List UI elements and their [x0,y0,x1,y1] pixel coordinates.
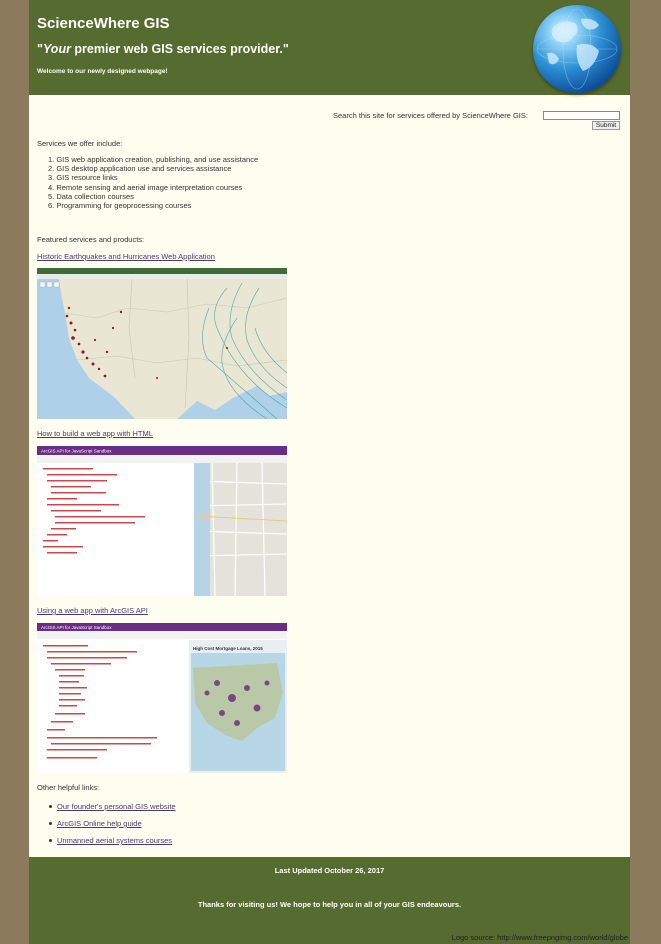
svg-text:ArcGIS API for JavaScript Sand: ArcGIS API for JavaScript Sandbox [41,449,112,454]
last-updated: Last Updated October 26, 2017 [274,866,385,875]
list-item: 3. GIS resource links [48,173,118,183]
helpful-intro: Other helpful links: [37,783,100,792]
submit-button[interactable]: Submit [592,121,620,130]
site-title: ScienceWhere GIS [37,15,170,32]
list-item: 4. Remote sensing and aerial image inter… [48,182,243,192]
globe-logo-icon [533,5,621,93]
founder-website-link[interactable]: Our founder's personal GIS website [57,802,176,811]
list-item: Our founder's personal GIS website [49,798,176,815]
services-list: 1. GIS web application creation, publish… [48,155,258,210]
site-header: ScienceWhere GIS "Your premier web GIS s… [29,0,630,95]
page: ScienceWhere GIS "Your premier web GIS s… [29,0,630,944]
svg-text:High Cost Mortgage Loans, 2015: High Cost Mortgage Loans, 2015 [193,646,263,651]
logo-source: Logo source: http://www.freepngimg.com/w… [451,933,628,942]
arcgis-api-web-app-link[interactable]: Using a web app with ArcGIS API [37,606,148,615]
earthquakes-hurricanes-link[interactable]: Historic Earthquakes and Hurricanes Web … [37,252,215,261]
svg-text:ArcGIS API for JavaScript Sand: ArcGIS API for JavaScript Sandbox [41,625,112,630]
list-item: 6. Programming for geoprocessing courses [48,201,192,211]
tagline: "Your premier web GIS services provider.… [37,42,289,56]
list-item: 1. GIS web application creation, publish… [48,155,259,164]
html-web-app-thumbnail[interactable]: ArcGIS API for JavaScript Sandbox [37,446,287,596]
site-footer: Last Updated October 26, 2017 Thanks for… [29,857,630,944]
search-label: Search this site for services offered by… [333,111,528,120]
services-intro: Services we offer include: [37,139,123,148]
build-web-app-link[interactable]: How to build a web app with HTML [37,429,153,438]
uas-courses-link[interactable]: Unmanned aerial systems courses [57,836,172,845]
list-item: 2. GIS desktop application use and servi… [48,164,232,174]
helpful-links-list: Our founder's personal GIS website ArcGI… [49,798,176,849]
thanks-message: Thanks for visiting us! We hope to help … [197,900,462,909]
list-item: 5. Data collection courses [48,191,134,201]
list-item: ArcGIS Online help guide [49,815,176,832]
list-item: Unmanned aerial systems courses [49,832,176,849]
welcome-text: Welcome to our newly designed webpage! [37,68,168,75]
earthquakes-app-thumbnail[interactable] [37,268,287,419]
featured-intro: Featured services and products: [37,235,145,244]
arcgis-api-thumbnail[interactable]: High Cost Mortgage Loans, 2015 ArcGIS AP… [37,623,287,773]
arcgis-help-link[interactable]: ArcGIS Online help guide [57,819,142,828]
tagline-emphasis: Your [42,42,71,56]
search-input[interactable] [543,111,620,120]
